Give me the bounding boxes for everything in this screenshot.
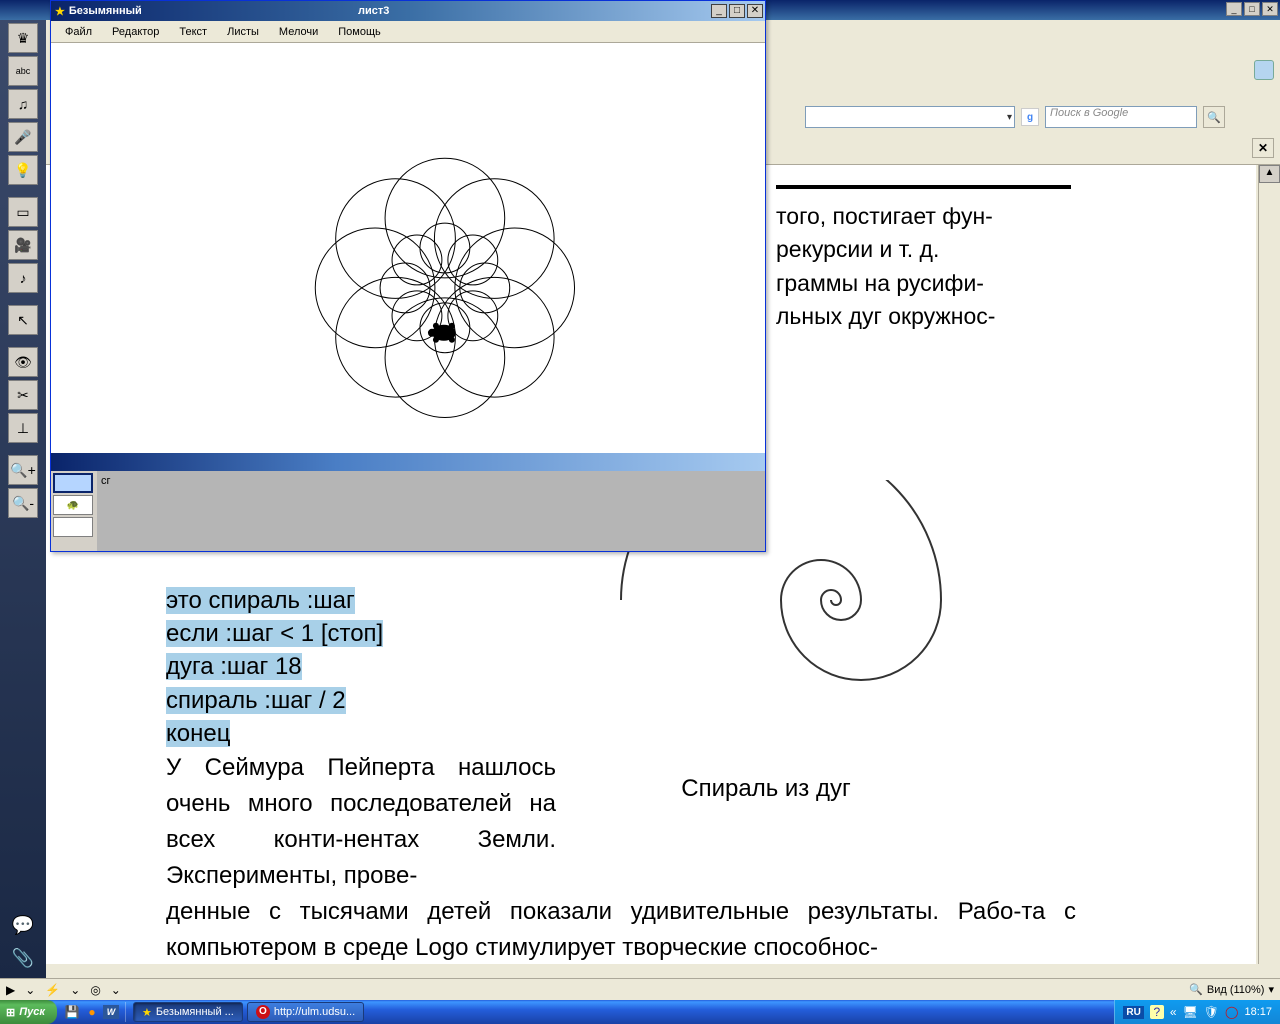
sb-dd1-icon[interactable]: ⌄ xyxy=(25,983,35,997)
ql-firefox-icon[interactable]: ● xyxy=(83,1003,101,1021)
address-dropdown[interactable] xyxy=(805,106,1015,128)
tray-info-icon[interactable]: ? xyxy=(1150,1005,1164,1019)
zoom-dd-icon[interactable]: ▾ xyxy=(1268,983,1274,996)
logo-command-input[interactable]: сг xyxy=(97,471,765,551)
tray-opera-icon[interactable]: ◯ xyxy=(1225,1005,1238,1019)
taskbar-separator xyxy=(125,1002,131,1022)
logo-menubar: Файл Редактор Текст Листы Мелочи Помощь xyxy=(51,21,765,43)
logo-command-area: 🐢 сг xyxy=(51,471,765,551)
search-button[interactable]: 🔍 xyxy=(1203,106,1225,128)
cmd-tab-1[interactable] xyxy=(53,473,93,493)
browser-statusbar: ▶ ⌄ ⚡ ⌄ ◎ ⌄ 🔍 Вид (110%) ▾ xyxy=(0,978,1280,1000)
taskbar: Пуск 💾 ● W ★ Безымянный ... O http://ulm… xyxy=(0,1000,1280,1024)
ql-save-icon[interactable]: 💾 xyxy=(63,1003,81,1021)
task-star-icon: ★ xyxy=(142,1006,152,1019)
code-block: это спираль :шаг если :шаг < 1 [стоп] ду… xyxy=(166,585,383,751)
doc-hr xyxy=(776,185,1071,189)
bg-maximize-button[interactable]: □ xyxy=(1244,2,1260,16)
search-input[interactable]: Поиск в Google xyxy=(1045,106,1197,128)
task-opera-icon: O xyxy=(256,1005,270,1019)
bg-minimize-button[interactable]: _ xyxy=(1226,2,1242,16)
sb-bolt-icon[interactable]: ⚡ xyxy=(45,983,60,997)
tool-pointer-icon[interactable]: ↖ xyxy=(8,305,38,335)
system-sidebar: ♛ abc ♫ 🎤 💡 ▭ 🎥 ♪ ↖ 👁 ✂ ⊥ 🔍+ 🔍- 💬 📎 xyxy=(0,20,46,984)
system-tray: RU ? « 🖥 🛡 ◯ 18:17 xyxy=(1114,1000,1280,1024)
tray-shield-icon[interactable]: 🛡 xyxy=(1204,1005,1219,1019)
tool-scissors-icon[interactable]: ✂ xyxy=(8,380,38,410)
tool-note-icon[interactable]: ♪ xyxy=(8,263,38,293)
bg-close-button[interactable]: ✕ xyxy=(1262,2,1278,16)
star-icon: ★ xyxy=(55,5,65,18)
tool-film-icon[interactable]: ▭ xyxy=(8,197,38,227)
start-button[interactable]: Пуск xyxy=(0,1000,57,1024)
tray-monitor-icon[interactable]: 🖥 xyxy=(1183,1005,1198,1019)
tool-music-icon[interactable]: ♫ xyxy=(8,89,38,119)
clock[interactable]: 18:17 xyxy=(1244,1006,1272,1018)
sb-dd3-icon[interactable]: ⌄ xyxy=(111,983,121,997)
menu-sheets[interactable]: Листы xyxy=(217,24,269,40)
chat-icon[interactable]: 💬 xyxy=(8,910,38,940)
tool-stamp-icon[interactable]: ⊥ xyxy=(8,413,38,443)
menu-editor[interactable]: Редактор xyxy=(102,24,169,40)
tool-abc-icon[interactable]: abc xyxy=(8,56,38,86)
cmd-tab-2[interactable]: 🐢 xyxy=(53,495,93,515)
doc-text-fragment: того, постигает фун- рекурсии и т. д. гр… xyxy=(776,200,1096,333)
logo-window: ★ Безымянный лист3 _ □ ✕ Файл Редактор Т… xyxy=(50,0,766,552)
sb-play-icon[interactable]: ▶ xyxy=(6,983,15,997)
tool-mic-icon[interactable]: 🎤 xyxy=(8,122,38,152)
logo-subtitle: лист3 xyxy=(358,5,389,17)
tool-eye-icon[interactable]: 👁 xyxy=(8,347,38,377)
quicklaunch: 💾 ● W xyxy=(63,1003,119,1021)
language-indicator[interactable]: RU xyxy=(1123,1006,1143,1019)
logo-title: Безымянный xyxy=(69,5,142,17)
sb-circle-icon[interactable]: ◎ xyxy=(90,983,100,997)
tool-zoomin-icon[interactable]: 🔍+ xyxy=(8,455,38,485)
google-icon xyxy=(1021,108,1039,126)
settings-icon[interactable] xyxy=(1254,60,1274,80)
sb-dd2-icon[interactable]: ⌄ xyxy=(70,983,80,997)
tool-lamp-icon[interactable]: 💡 xyxy=(8,155,38,185)
ql-word-icon[interactable]: W xyxy=(103,1005,119,1019)
logo-titlebar[interactable]: ★ Безымянный лист3 _ □ ✕ xyxy=(51,1,765,21)
logo-canvas[interactable] xyxy=(51,43,765,453)
logo-minimize-button[interactable]: _ xyxy=(711,4,727,18)
zoom-label[interactable]: Вид (110%) xyxy=(1207,984,1265,996)
tool-camera-icon[interactable]: 🎥 xyxy=(8,230,38,260)
logo-statusbar xyxy=(51,453,765,473)
tool-zoomout-icon[interactable]: 🔍- xyxy=(8,488,38,518)
logo-close-button[interactable]: ✕ xyxy=(747,4,763,18)
turtle-icon xyxy=(428,323,456,343)
tray-chevron-icon[interactable]: « xyxy=(1170,1005,1177,1019)
menu-help[interactable]: Помощь xyxy=(328,24,391,40)
menu-text[interactable]: Текст xyxy=(169,24,217,40)
task-item-opera[interactable]: O http://ulm.udsu... xyxy=(247,1002,364,1022)
menu-misc[interactable]: Мелочи xyxy=(269,24,328,40)
doc-scrollbar[interactable] xyxy=(1258,165,1280,964)
body-text: У Сеймура Пейперта нашлось очень много п… xyxy=(166,750,1076,964)
zoom-icon[interactable]: 🔍 xyxy=(1189,983,1203,996)
tool-chess-icon[interactable]: ♛ xyxy=(8,23,38,53)
clip-icon[interactable]: 📎 xyxy=(8,943,38,973)
logo-maximize-button[interactable]: □ xyxy=(729,4,745,18)
cmd-tab-3[interactable] xyxy=(53,517,93,537)
tab-close-button[interactable]: ✕ xyxy=(1252,138,1274,158)
menu-file[interactable]: Файл xyxy=(55,24,102,40)
task-item-logo[interactable]: ★ Безымянный ... xyxy=(133,1002,243,1022)
